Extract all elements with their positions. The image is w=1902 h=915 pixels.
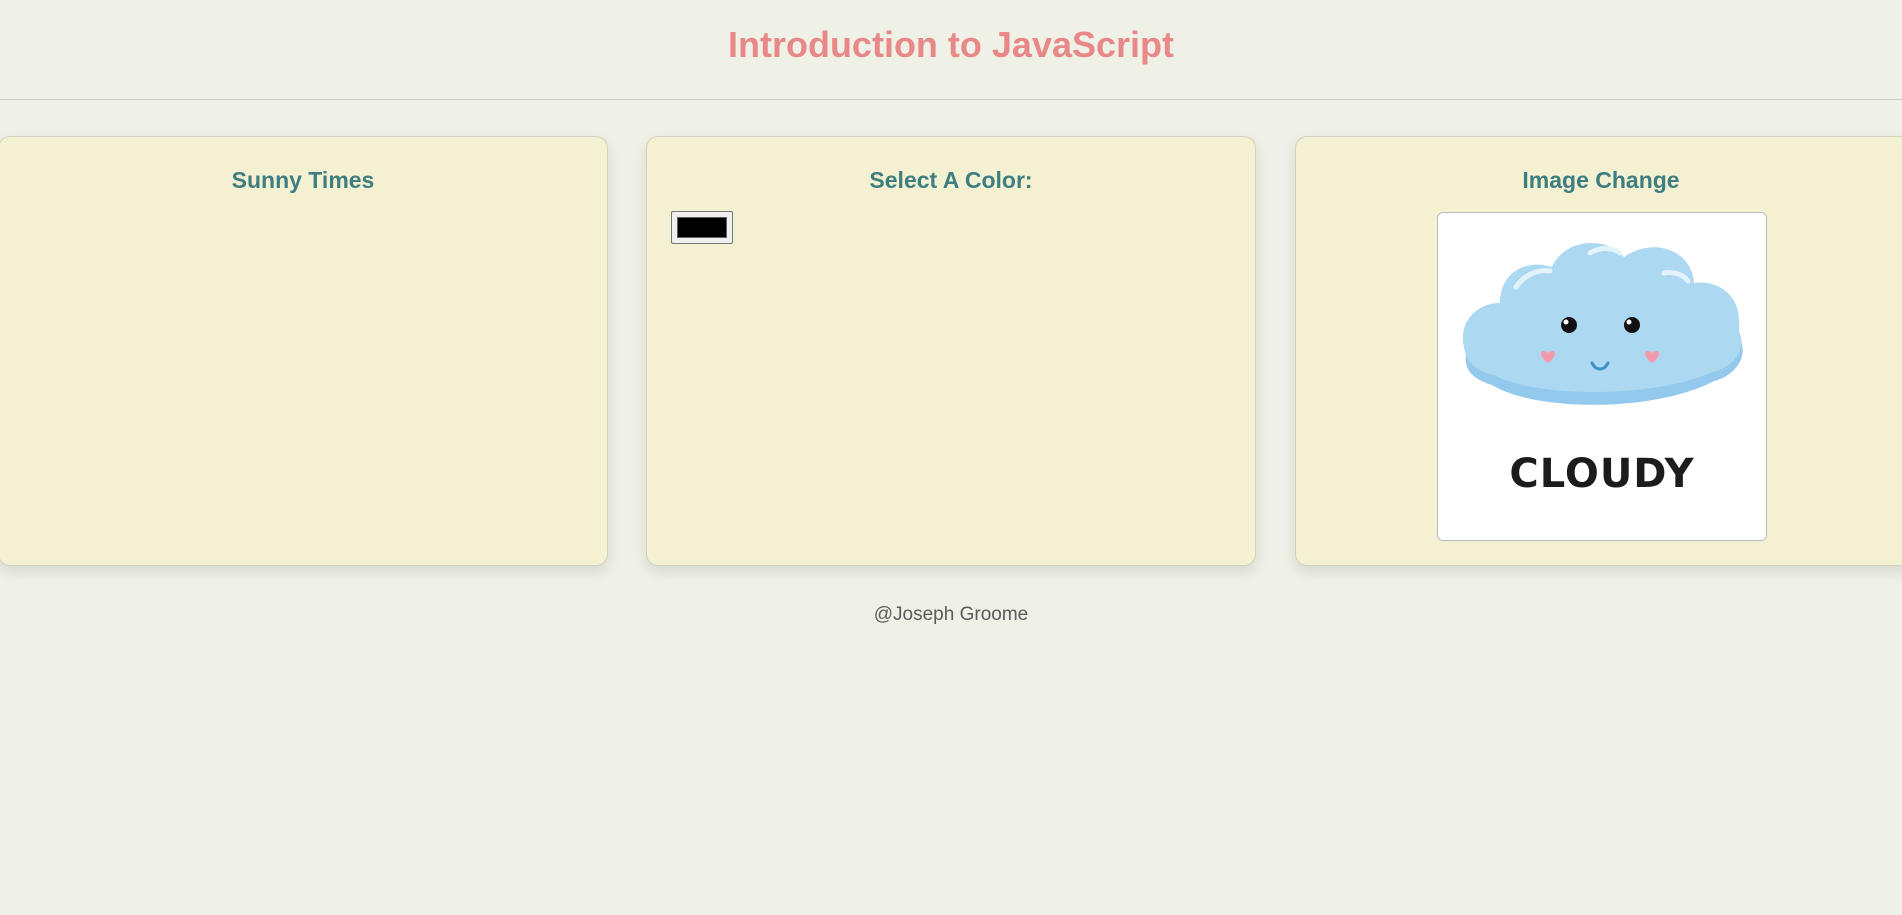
color-swatch [677, 217, 727, 238]
page-title: Introduction to JavaScript [727, 24, 1175, 65]
select-color-title: Select A Color: [869, 167, 1033, 193]
image-change-title: Image Change [1522, 167, 1680, 193]
page-header: Introduction to JavaScript [0, 0, 1902, 100]
page: Introduction to JavaScript Sunny Times S… [0, 0, 1902, 915]
footer-credit: @Joseph Groome [873, 604, 1029, 625]
sunny-times-title: Sunny Times [231, 167, 375, 193]
sunny-times-card: Sunny Times [0, 136, 608, 566]
cloud-icon [1462, 242, 1743, 405]
image-change-card: Image Change CLOUDY [1295, 136, 1902, 566]
image-caption: CLOUDY [1509, 451, 1695, 497]
weather-image[interactable]: CLOUDY [1437, 212, 1767, 541]
color-picker-input[interactable] [671, 211, 733, 244]
select-color-card: Select A Color: [646, 136, 1256, 566]
